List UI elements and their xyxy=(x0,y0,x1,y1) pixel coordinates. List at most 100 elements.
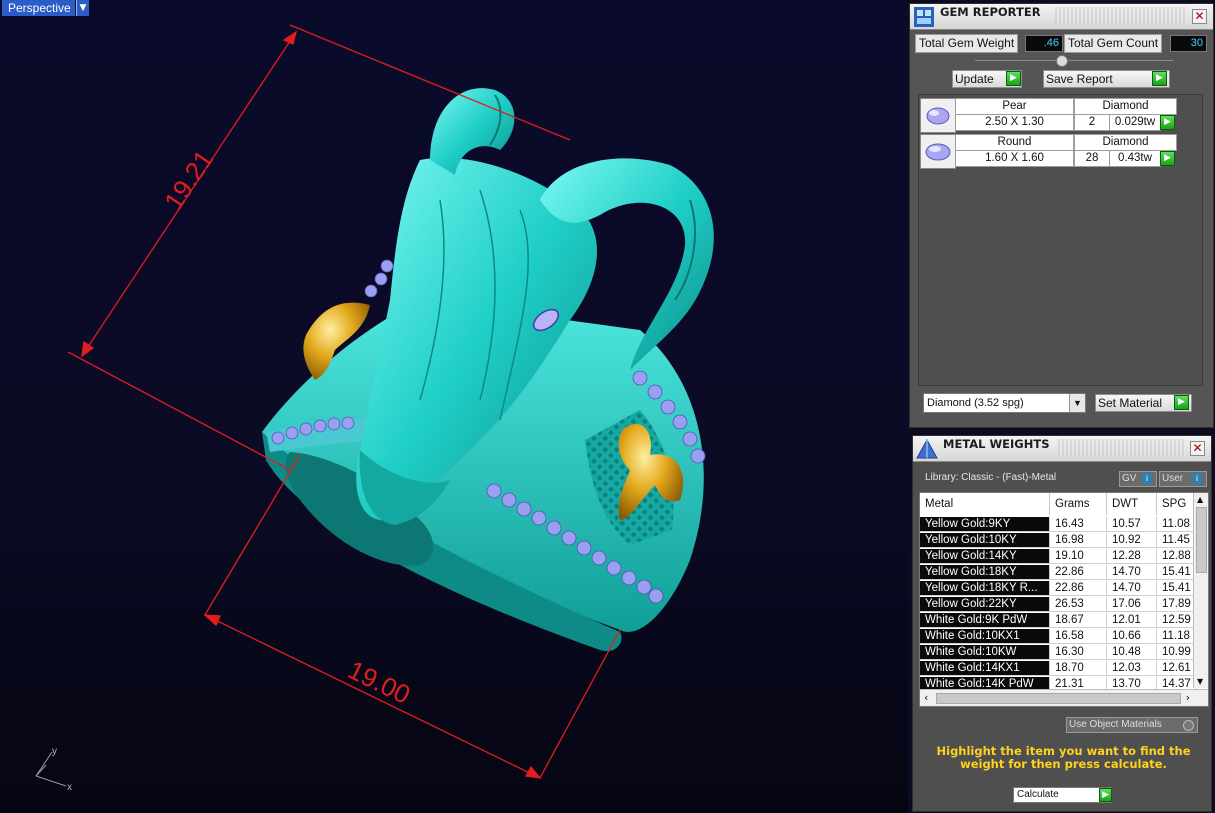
table-cell: 10.48 xyxy=(1107,645,1157,660)
axis-gizmo xyxy=(35,751,67,787)
table-cell: 12.59 xyxy=(1157,613,1197,628)
table-cell: 12.28 xyxy=(1107,549,1157,564)
save-report-go-icon[interactable]: ▶ xyxy=(1152,71,1167,86)
viewport-canvas: 19.21 19.00 y x xyxy=(35,24,714,793)
update-go-icon[interactable]: ▶ xyxy=(1006,71,1021,86)
close-icon[interactable]: ✕ xyxy=(1190,441,1205,456)
scroll-thumb[interactable] xyxy=(1196,507,1207,573)
horizontal-scrollbar[interactable]: ‹ › xyxy=(920,689,1208,706)
table-cell: 26.53 xyxy=(1050,597,1107,612)
table-row[interactable]: White Gold:9K PdW 18.67 12.01 12.59 xyxy=(920,613,1197,629)
set-material-go-icon[interactable]: ▶ xyxy=(1174,395,1189,410)
material-select-value: Diamond (3.52 spg) xyxy=(927,397,1024,409)
gem-reporter-icon xyxy=(914,7,934,27)
total-gem-weight-label: Total Gem Weight xyxy=(915,34,1019,53)
table-row[interactable]: Yellow Gold:10KY 16.98 10.92 11.45 xyxy=(920,533,1197,549)
table-cell: 15.41 xyxy=(1157,565,1197,580)
pear-gem-icon xyxy=(920,98,956,133)
table-cell: Yellow Gold:18KY R... xyxy=(920,581,1050,596)
gem-row[interactable]: Round Diamond 1.60 X 1.60 28 0.43tw ▶ xyxy=(920,134,1177,169)
table-cell: 11.08 xyxy=(1157,517,1197,532)
table-cell: 12.61 xyxy=(1157,661,1197,676)
scroll-down-icon[interactable]: ▼ xyxy=(1197,677,1203,686)
axis-y-label: y xyxy=(52,746,57,757)
calculate-go-icon[interactable]: ▶ xyxy=(1099,788,1112,802)
scroll-up-icon[interactable]: ▲ xyxy=(1197,495,1203,504)
dimension-width-label: 19.00 xyxy=(343,654,415,709)
axis-x-label: x xyxy=(67,782,72,793)
gem-type: Diamond xyxy=(1074,98,1177,115)
table-cell: White Gold:10KW xyxy=(920,645,1050,660)
table-cell: 15.41 xyxy=(1157,581,1197,596)
table-cell: Yellow Gold:10KY xyxy=(920,533,1050,548)
table-row[interactable]: Yellow Gold:14KY 19.10 12.28 12.88 xyxy=(920,549,1197,565)
vertical-scrollbar[interactable]: ▲ ▼ xyxy=(1193,493,1208,688)
gem-weight: 0.029tw xyxy=(1109,114,1161,131)
metal-weights-titlebar[interactable]: METAL WEIGHTS ✕ xyxy=(913,436,1211,462)
user-info-icon[interactable]: i xyxy=(1192,473,1202,484)
table-cell: Yellow Gold:18KY xyxy=(920,565,1050,580)
metal-weights-panel: METAL WEIGHTS ✕ Library: Classic - (Fast… xyxy=(912,435,1212,812)
table-cell: Yellow Gold:9KY xyxy=(920,517,1050,532)
total-gem-count-label: Total Gem Count xyxy=(1064,34,1163,53)
gem-count: 28 xyxy=(1074,150,1110,167)
use-object-materials-button[interactable]: Use Object Materials xyxy=(1066,717,1198,733)
chevron-down-icon[interactable]: ▼ xyxy=(1069,394,1085,412)
gem-row[interactable]: Pear Diamond 2.50 X 1.30 2 0.029tw ▶ xyxy=(920,98,1177,133)
gem-reporter-titlebar[interactable]: GEM REPORTER ✕ xyxy=(910,4,1213,30)
gv-label: GV xyxy=(1122,473,1137,484)
table-cell: 12.03 xyxy=(1107,661,1157,676)
table-row[interactable]: Yellow Gold:18KY R... 22.86 14.70 15.41 xyxy=(920,581,1197,597)
metal-weights-icon xyxy=(916,438,938,459)
total-gem-weight-value: .46 xyxy=(1025,35,1063,52)
gem-detail-go-icon[interactable]: ▶ xyxy=(1160,151,1175,166)
save-report-button[interactable]: Save Report xyxy=(1043,70,1170,88)
table-row[interactable]: Yellow Gold:22KY 26.53 17.06 17.89 xyxy=(920,597,1197,613)
save-report-label: Save Report xyxy=(1046,72,1113,86)
column-header[interactable]: Grams xyxy=(1050,493,1107,515)
scroll-left-icon[interactable]: ‹ xyxy=(924,691,928,704)
table-cell: 10.57 xyxy=(1107,517,1157,532)
table-cell: Yellow Gold:22KY xyxy=(920,597,1050,612)
table-cell: 22.86 xyxy=(1050,565,1107,580)
close-icon[interactable]: ✕ xyxy=(1192,9,1207,24)
ring-model[interactable] xyxy=(262,88,714,651)
calculate-label: Calculate xyxy=(1017,789,1059,800)
gem-list: Pear Diamond 2.50 X 1.30 2 0.029tw ▶ Rou… xyxy=(918,94,1203,386)
gv-info-icon[interactable]: i xyxy=(1142,473,1152,484)
column-header[interactable]: Metal xyxy=(920,493,1050,515)
table-row[interactable]: White Gold:14KX1 18.70 12.03 12.61 xyxy=(920,661,1197,677)
metal-table[interactable]: Metal Grams DWT SPG Yellow Gold:9KY 16.43… xyxy=(919,492,1209,707)
scroll-thumb[interactable] xyxy=(936,693,1181,704)
table-cell: White Gold:14KX1 xyxy=(920,661,1050,676)
use-object-materials-label: Use Object Materials xyxy=(1069,719,1162,730)
calculate-select[interactable]: Calculate xyxy=(1013,787,1112,803)
gem-type: Diamond xyxy=(1074,134,1177,151)
table-row[interactable]: Yellow Gold:9KY 16.43 10.57 11.08 xyxy=(920,517,1197,533)
gem-size: 2.50 X 1.30 xyxy=(955,114,1074,131)
gem-weight: 0.43tw xyxy=(1109,150,1161,167)
material-select[interactable]: Diamond (3.52 spg) ▼ xyxy=(923,393,1086,413)
table-row[interactable]: White Gold:10KX1 16.58 10.66 11.18 xyxy=(920,629,1197,645)
gem-reporter-title: GEM REPORTER xyxy=(940,5,1041,19)
gem-shape: Round xyxy=(955,134,1074,151)
table-row[interactable]: White Gold:10KW 16.30 10.48 10.99 xyxy=(920,645,1197,661)
table-cell: 17.89 xyxy=(1157,597,1197,612)
splitter[interactable] xyxy=(975,60,1173,61)
radio-icon[interactable] xyxy=(1183,720,1194,731)
gem-detail-go-icon[interactable]: ▶ xyxy=(1160,115,1175,130)
scroll-right-icon[interactable]: › xyxy=(1186,691,1190,704)
table-row[interactable]: Yellow Gold:18KY 22.86 14.70 15.41 xyxy=(920,565,1197,581)
3d-viewport[interactable]: Perspective ▼ 19.21 19.00 y x xyxy=(0,0,908,813)
round-gem-icon xyxy=(920,134,956,169)
update-label: Update xyxy=(955,72,994,86)
table-cell: 11.45 xyxy=(1157,533,1197,548)
table-cell: Yellow Gold:14KY xyxy=(920,549,1050,564)
table-cell: 16.58 xyxy=(1050,629,1107,644)
column-header[interactable]: SPG xyxy=(1157,493,1197,515)
gem-reporter-panel: GEM REPORTER ✕ Total Gem Weight .46 Tota… xyxy=(909,3,1214,428)
titlebar-grip xyxy=(1055,7,1187,25)
splitter-knob-icon[interactable] xyxy=(1056,55,1068,67)
table-cell: 12.88 xyxy=(1157,549,1197,564)
column-header[interactable]: DWT xyxy=(1107,493,1157,515)
